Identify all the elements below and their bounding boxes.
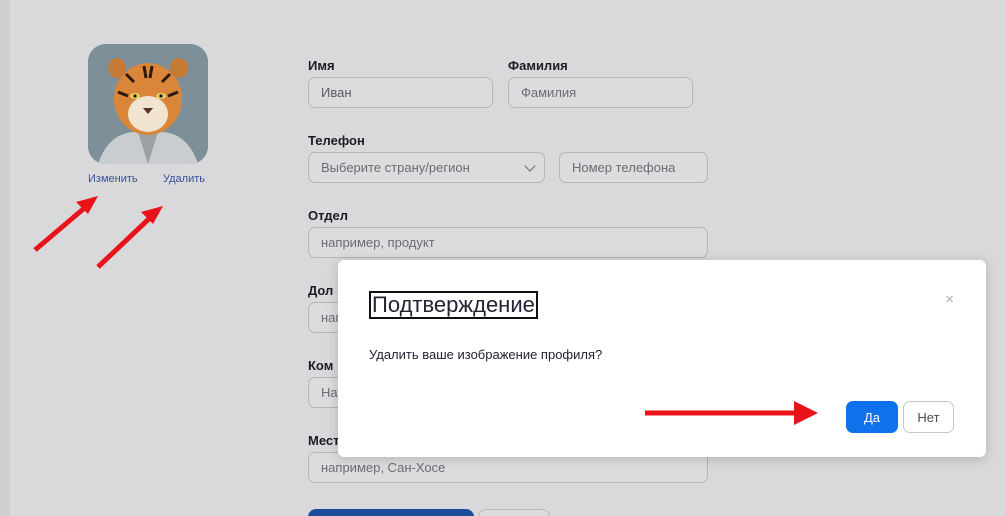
arrow-to-yes-button-overlay (645, 401, 818, 425)
annotation-arrow-overlay (645, 401, 818, 425)
